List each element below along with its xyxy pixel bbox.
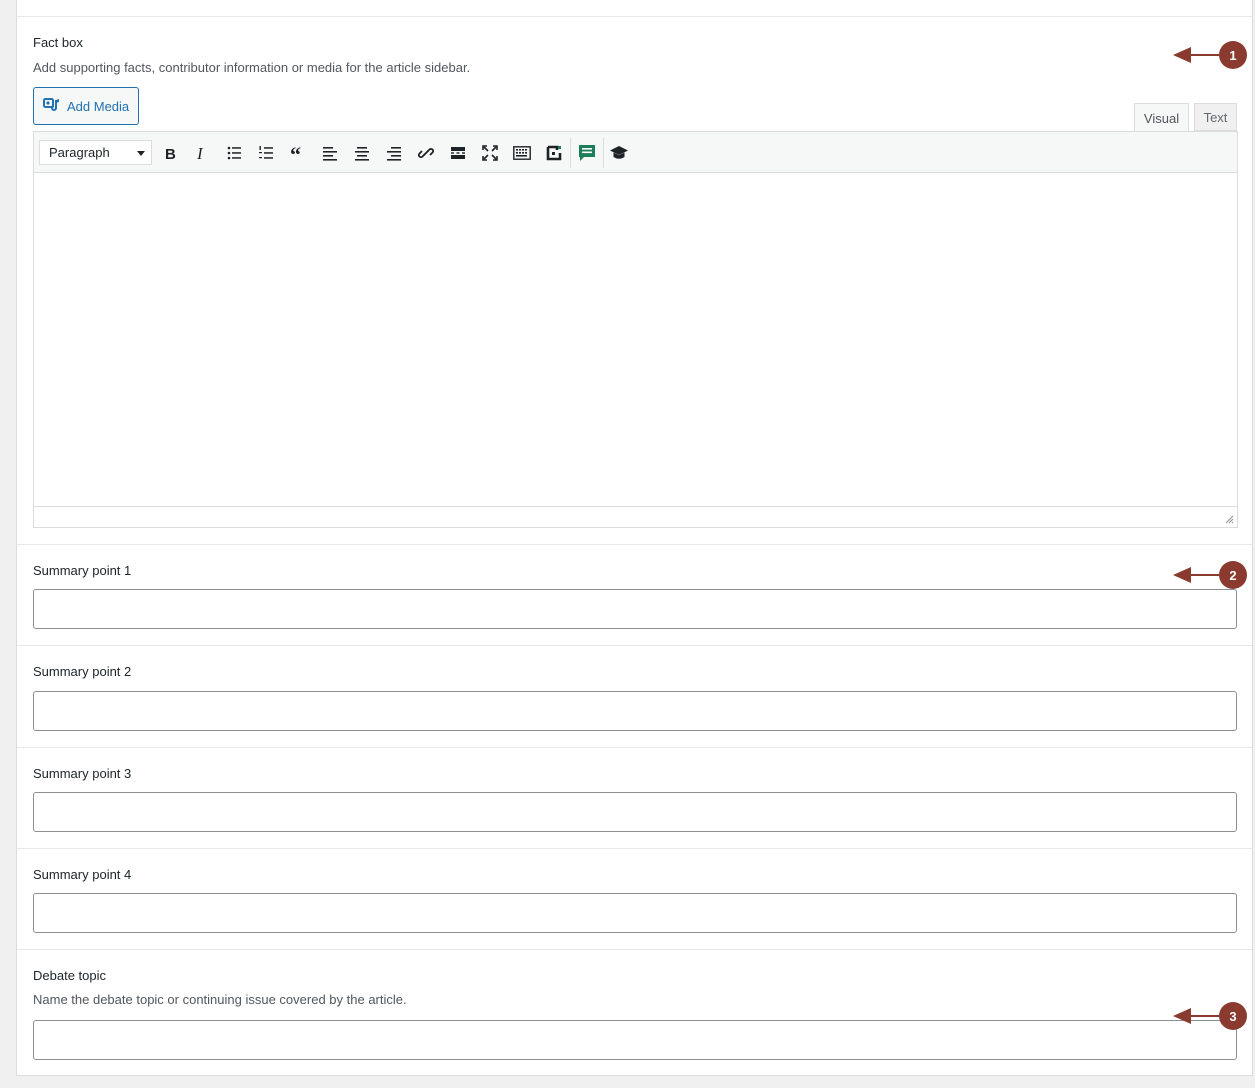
callout-3: 3 [1173, 1002, 1249, 1030]
divider [17, 747, 1252, 748]
divider [17, 848, 1252, 849]
divider [17, 645, 1252, 646]
format-select[interactable]: Paragraph [39, 140, 152, 165]
comment-icon[interactable] [575, 141, 599, 165]
debate-topic-description: Name the debate topic or continuing issu… [33, 992, 407, 1007]
graduation-cap-icon[interactable] [607, 141, 631, 165]
format-select-value: Paragraph [49, 145, 110, 160]
arrow-left-icon [1173, 47, 1191, 63]
divider [17, 16, 1252, 17]
debate-topic-input[interactable] [33, 1020, 1237, 1060]
callout-badge: 3 [1219, 1002, 1247, 1030]
fact-box-editor: Paragraph B I “ [33, 131, 1238, 528]
summary-point-2-label: Summary point 2 [33, 664, 132, 679]
fullscreen-icon[interactable] [478, 141, 502, 165]
callout-1: 1 [1173, 41, 1249, 69]
caret-down-icon [137, 151, 145, 156]
summary-point-3-input[interactable] [33, 792, 1237, 832]
toolbar-toggle-icon[interactable] [510, 141, 534, 165]
arrow-left-icon [1173, 567, 1191, 583]
summary-point-4-label: Summary point 4 [33, 867, 132, 882]
media-icon [43, 97, 61, 116]
bullet-list-icon[interactable] [222, 141, 246, 165]
fact-box-description: Add supporting facts, contributor inform… [33, 60, 471, 75]
callout-2: 2 [1173, 561, 1249, 589]
svg-text:“: “ [290, 145, 301, 161]
svg-text:I: I [196, 145, 204, 161]
add-media-button[interactable]: Add Media [33, 87, 139, 125]
summary-point-1-input[interactable] [33, 589, 1237, 629]
embed-icon[interactable] [542, 141, 566, 165]
editor-statusbar [34, 506, 1237, 527]
callout-badge: 2 [1219, 561, 1247, 589]
fields-panel: Fact box Add supporting facts, contribut… [16, 0, 1253, 1076]
blockquote-icon[interactable]: “ [286, 141, 310, 165]
toolbar-separator [603, 138, 604, 168]
align-left-icon[interactable] [318, 141, 342, 165]
tab-visual[interactable]: Visual [1134, 103, 1189, 132]
summary-point-2-input[interactable] [33, 691, 1237, 731]
summary-point-4-input[interactable] [33, 893, 1237, 933]
italic-icon[interactable]: I [190, 141, 214, 165]
editor-toolbar: Paragraph B I “ [34, 132, 1237, 173]
arrow-left-icon [1173, 1008, 1191, 1024]
debate-topic-label: Debate topic [33, 968, 106, 983]
divider [17, 544, 1252, 545]
callout-badge: 1 [1219, 41, 1247, 69]
tab-text[interactable]: Text [1194, 103, 1237, 131]
svg-text:B: B [165, 146, 176, 161]
fact-box-label: Fact box [33, 35, 83, 50]
read-more-icon[interactable] [446, 141, 470, 165]
toolbar-separator [570, 138, 571, 168]
divider [17, 949, 1252, 950]
summary-point-1-label: Summary point 1 [33, 563, 132, 578]
link-icon[interactable] [414, 141, 438, 165]
resize-handle-icon[interactable] [1225, 515, 1234, 524]
numbered-list-icon[interactable] [254, 141, 278, 165]
bold-icon[interactable]: B [158, 141, 182, 165]
add-media-label: Add Media [67, 98, 130, 114]
summary-point-3-label: Summary point 3 [33, 766, 132, 781]
align-center-icon[interactable] [350, 141, 374, 165]
align-right-icon[interactable] [382, 141, 406, 165]
